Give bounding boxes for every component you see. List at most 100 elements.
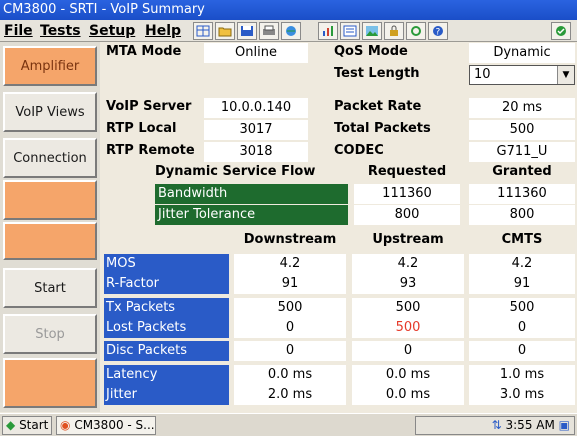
- stat-cmts: 1.0 ms: [469, 365, 575, 385]
- stat-downstream: 91: [234, 274, 346, 294]
- dsf-requested-value: 800: [354, 205, 460, 225]
- stat-cmts: 500: [469, 298, 575, 318]
- image-icon[interactable]: [362, 22, 382, 40]
- clock: 3:55 AM: [505, 418, 555, 432]
- dsf-requested-value: 111360: [354, 184, 460, 204]
- codec-value: G711_U: [469, 142, 575, 162]
- stat-upstream: 4.2: [352, 254, 464, 274]
- network-icon[interactable]: ⇅: [492, 418, 502, 432]
- stat-upstream: 500: [352, 298, 464, 318]
- stat-upstream: 0: [352, 341, 464, 361]
- chart-icon[interactable]: [318, 22, 338, 40]
- connection-button-label: Connection: [13, 150, 87, 166]
- voip-views-button[interactable]: VoIP Views: [3, 92, 97, 132]
- granted-header: Granted: [492, 164, 552, 179]
- stat-upstream: 93: [352, 274, 464, 294]
- stat-downstream: 500: [234, 298, 346, 318]
- stat-cmts: 0: [469, 341, 575, 361]
- save-icon[interactable]: [237, 22, 257, 40]
- stat-upstream: 0.0 ms: [352, 365, 464, 385]
- blank-button-3[interactable]: [3, 358, 97, 408]
- stat-upstream: 0.0 ms: [352, 385, 464, 405]
- stat-downstream: 4.2: [234, 254, 346, 274]
- stat-label: Tx Packets: [104, 298, 229, 318]
- title-bar: CM3800 - SRTI - VoIP Summary: [0, 0, 577, 20]
- test-length-select[interactable]: 10 ▼: [469, 65, 575, 85]
- stat-label: Jitter: [104, 385, 229, 405]
- stat-downstream: 0: [234, 318, 346, 338]
- menu-bar: File Tests Setup Help ?: [0, 20, 577, 42]
- start-menu-button[interactable]: ◆ Start: [2, 416, 52, 435]
- mta-mode-value: Online: [204, 43, 308, 63]
- stop-button-label: Stop: [35, 326, 65, 342]
- rtp-remote-value: 3018: [204, 142, 308, 162]
- tray-app-icon[interactable]: ▣: [559, 418, 570, 432]
- stat-label: Disc Packets: [104, 341, 229, 361]
- globe-icon[interactable]: [281, 22, 301, 40]
- status-ok-icon[interactable]: [551, 22, 571, 40]
- amplifier-button-label: Amplifier: [20, 58, 80, 74]
- stat-cmts: 4.2: [469, 254, 575, 274]
- start-button-label: Start: [34, 280, 66, 296]
- sidebar: Amplifier VoIP Views Connection Start St…: [0, 42, 100, 412]
- dsf-title: Dynamic Service Flow: [155, 164, 316, 179]
- test-length-label: Test Length: [334, 66, 420, 81]
- window-title: CM3800 - SRTI - VoIP Summary: [3, 2, 205, 17]
- amplifier-button[interactable]: Amplifier: [3, 46, 97, 86]
- app-icon: ◉: [60, 418, 71, 432]
- qos-mode-value: Dynamic: [469, 43, 575, 63]
- test-length-value: 10: [474, 67, 491, 82]
- open-folder-icon[interactable]: [215, 22, 235, 40]
- voip-views-button-label: VoIP Views: [15, 104, 85, 120]
- menu-help[interactable]: Help: [145, 20, 181, 42]
- stat-cmts: 91: [469, 274, 575, 294]
- svg-text:?: ?: [436, 28, 441, 38]
- voip-summary-panel: MTA Mode Online QoS Mode Dynamic Test Le…: [100, 42, 577, 412]
- menu-setup[interactable]: Setup: [89, 20, 135, 42]
- packet-rate-label: Packet Rate: [334, 99, 422, 114]
- requested-header: Requested: [367, 164, 447, 179]
- connection-button[interactable]: Connection: [3, 138, 97, 178]
- stat-label: Latency: [104, 365, 229, 385]
- stat-label: Lost Packets: [104, 318, 229, 338]
- refresh-icon[interactable]: [406, 22, 426, 40]
- blank-button-2[interactable]: [3, 222, 97, 260]
- rtp-local-label: RTP Local: [106, 121, 177, 136]
- packet-rate-value: 20 ms: [469, 98, 575, 118]
- stat-label: R-Factor: [104, 274, 229, 294]
- total-packets-label: Total Packets: [334, 121, 431, 136]
- blank-button-1[interactable]: [3, 180, 97, 220]
- start-label: Start: [19, 418, 49, 432]
- lock-icon[interactable]: [384, 22, 404, 40]
- qos-mode-label: QoS Mode: [334, 44, 408, 59]
- taskbar-app-button[interactable]: ◉ CM3800 - S...: [56, 416, 156, 435]
- help-icon[interactable]: ?: [428, 22, 448, 40]
- cmts-header: CMTS: [501, 232, 543, 247]
- stat-cmts: 3.0 ms: [469, 385, 575, 405]
- chevron-down-icon[interactable]: ▼: [557, 66, 574, 84]
- stat-downstream: 0.0 ms: [234, 365, 346, 385]
- voip-server-value: 10.0.0.140: [204, 98, 308, 118]
- rtp-remote-label: RTP Remote: [106, 143, 195, 158]
- list-icon[interactable]: [340, 22, 360, 40]
- windows-logo-icon: ◆: [6, 418, 16, 432]
- upstream-header: Upstream: [372, 232, 444, 247]
- total-packets-value: 500: [469, 120, 575, 140]
- stat-downstream: 2.0 ms: [234, 385, 346, 405]
- menu-file[interactable]: File: [4, 20, 33, 42]
- taskbar: ◆ Start ◉ CM3800 - S... ⇅ 3:55 AM ▣: [0, 413, 577, 436]
- dsf-row-label: Jitter Tolerance: [155, 205, 348, 225]
- system-tray: ⇅ 3:55 AM ▣: [415, 416, 575, 435]
- grid-icon[interactable]: [193, 22, 213, 40]
- stat-cmts: 0: [469, 318, 575, 338]
- stat-upstream-lost: 500: [352, 318, 464, 338]
- stat-label: MOS: [104, 254, 229, 274]
- stop-button[interactable]: Stop: [3, 314, 97, 354]
- menu-tests[interactable]: Tests: [40, 20, 81, 42]
- voip-server-label: VoIP Server: [106, 99, 192, 114]
- rtp-local-value: 3017: [204, 120, 308, 140]
- print-icon[interactable]: [259, 22, 279, 40]
- start-button[interactable]: Start: [3, 268, 97, 308]
- taskbar-app-label: CM3800 - S...: [74, 418, 155, 432]
- dsf-granted-value: 800: [469, 205, 575, 225]
